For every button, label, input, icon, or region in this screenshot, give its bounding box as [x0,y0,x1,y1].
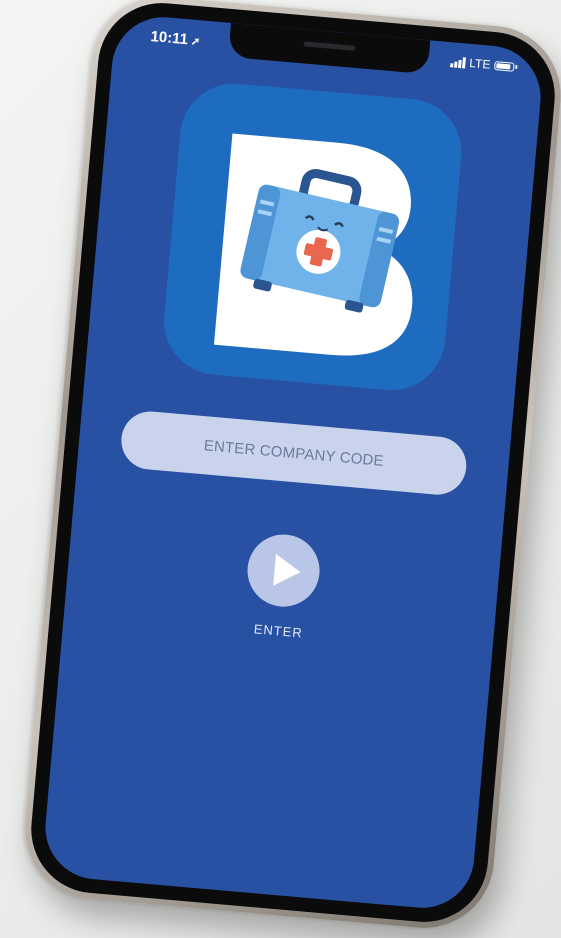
app-logo-graphic [213,133,413,356]
enter-button[interactable] [244,531,323,610]
speaker-grille [303,41,356,51]
battery-icon [494,60,515,72]
status-indicators: LTE [450,54,518,74]
location-arrow-icon: ➚ [190,35,201,49]
signal-bars-icon [450,56,466,68]
phone-photo: 10:11 ➚ LTE ENTER COMPANY CODE ENTER [0,0,561,938]
app-logo [159,79,466,395]
status-time: 10:11 ➚ [150,28,201,49]
company-code-input[interactable] [118,409,469,498]
play-icon [273,553,302,589]
app-screen: 10:11 ➚ LTE ENTER COMPANY CODE ENTER [41,12,545,913]
phone-bezel: 10:11 ➚ LTE ENTER COMPANY CODE ENTER [25,0,561,928]
phone-frame: 10:11 ➚ LTE ENTER COMPANY CODE ENTER [19,0,561,934]
notch [228,22,431,75]
battery-tip [515,64,518,70]
network-type: LTE [468,55,492,72]
status-time-text: 10:11 [149,27,189,49]
enter-label: ENTER [253,621,304,641]
